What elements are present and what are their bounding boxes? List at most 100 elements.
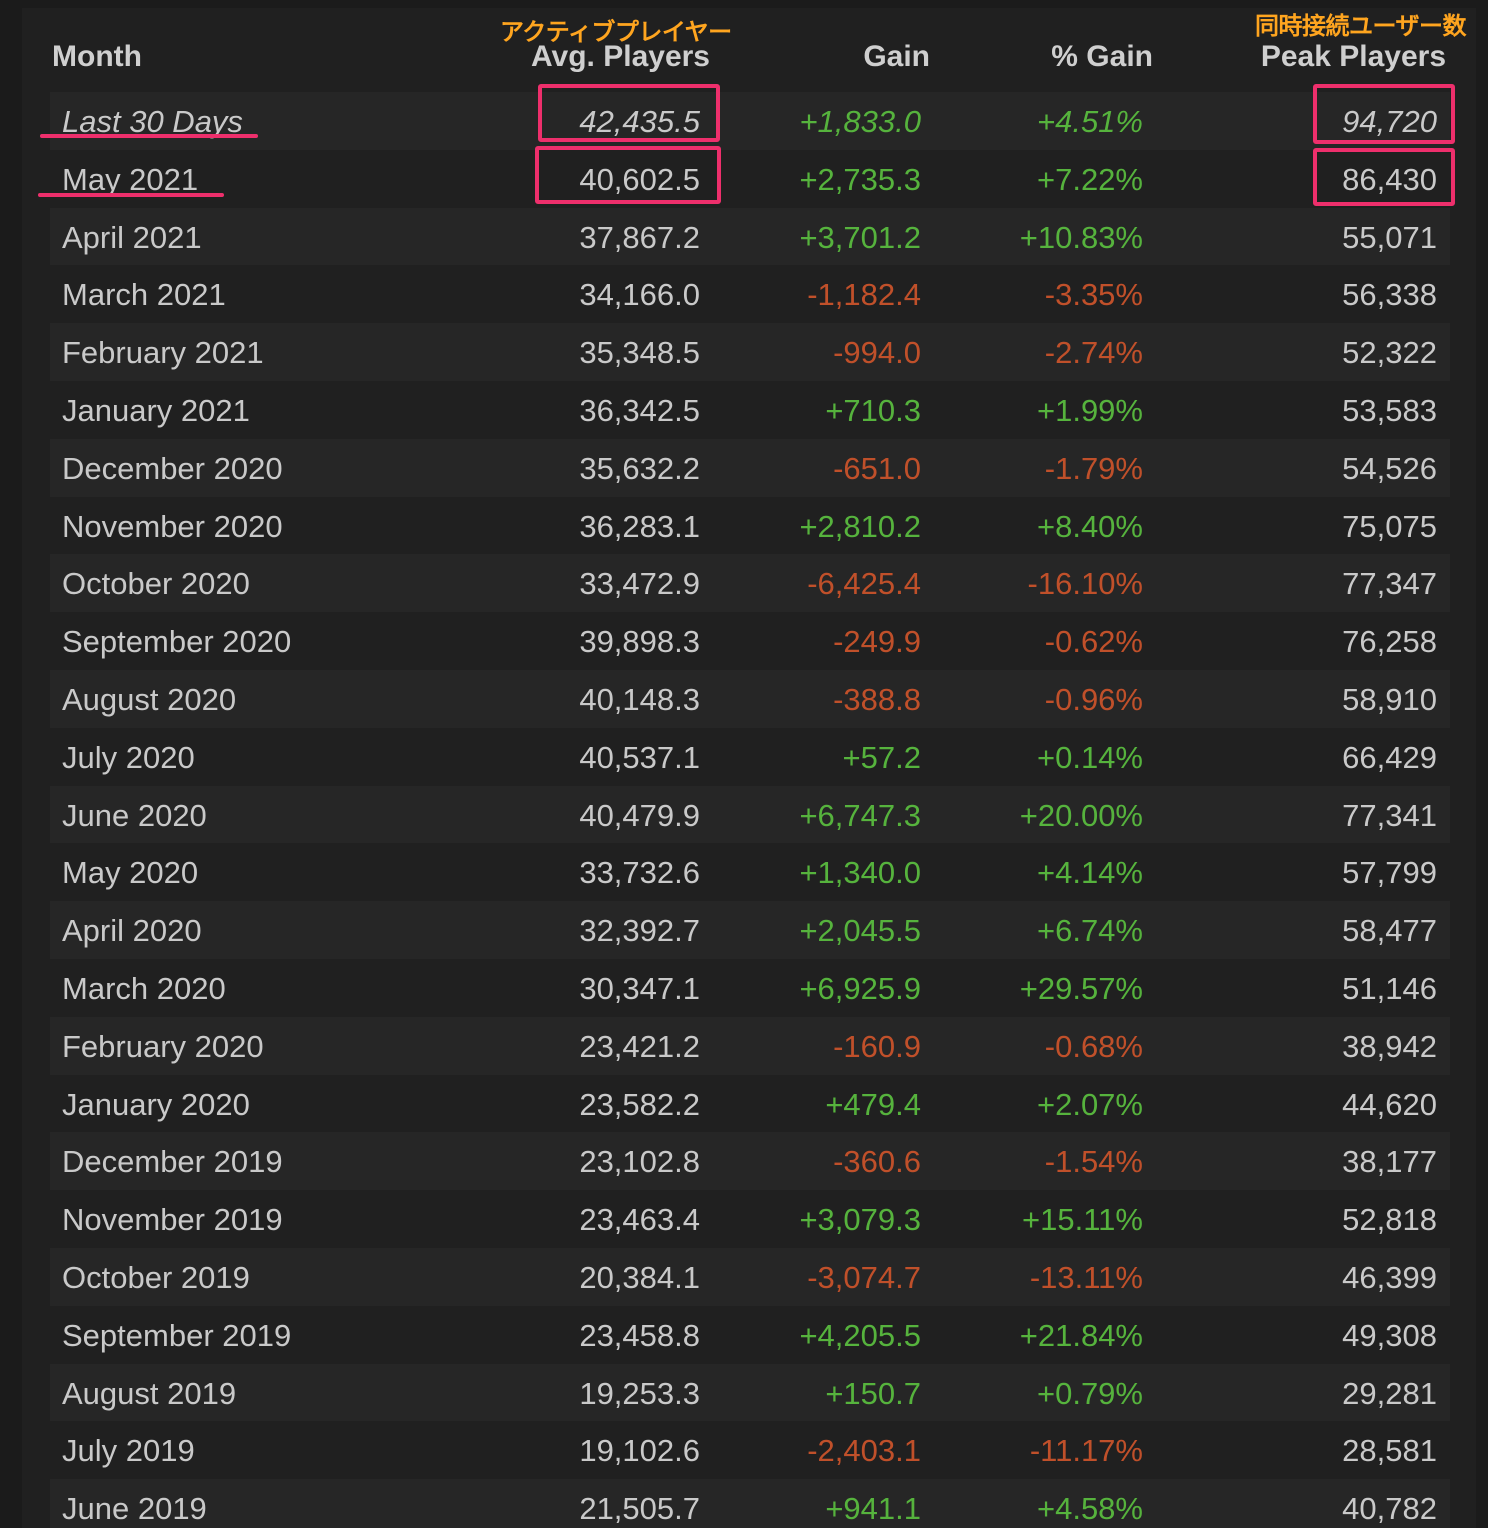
table-row: July 2019 19,102.6 -2,403.1 -11.17% 28,581 xyxy=(50,1421,1450,1480)
month-cell[interactable]: October 2019 xyxy=(62,1260,250,1296)
avg-players-cell: 40,148.3 xyxy=(579,681,700,717)
month-cell[interactable]: October 2020 xyxy=(62,566,250,602)
gain-cell: +2,735.3 xyxy=(799,161,921,197)
avg-players-cell: 36,283.1 xyxy=(579,508,700,544)
pct-gain-cell: -2.74% xyxy=(1044,335,1143,371)
underline-may2021 xyxy=(38,193,224,197)
table-row: December 2020 35,632.2 -651.0 -1.79% 54,526 xyxy=(50,438,1450,497)
avg-players-cell: 33,472.9 xyxy=(579,566,700,602)
peak-players-cell: 38,942 xyxy=(1342,1028,1437,1064)
month-cell[interactable]: January 2020 xyxy=(62,1087,250,1123)
peak-players-cell: 77,347 xyxy=(1342,566,1437,602)
pct-gain-cell: +29.57% xyxy=(1019,970,1143,1006)
peak-players-cell: 53,583 xyxy=(1342,392,1437,428)
month-cell[interactable]: September 2019 xyxy=(62,1318,291,1354)
month-cell[interactable]: September 2020 xyxy=(62,624,291,660)
table-row: March 2020 30,347.1 +6,925.9 +29.57% 51,146 xyxy=(50,958,1450,1017)
pct-gain-cell: +4.14% xyxy=(1036,855,1143,891)
header-peak-players[interactable]: Peak Players xyxy=(1261,40,1446,74)
month-cell[interactable]: November 2019 xyxy=(62,1202,283,1238)
gain-cell: +479.4 xyxy=(825,1086,921,1122)
header-pct-gain[interactable]: % Gain xyxy=(1051,40,1153,74)
peak-players-cell: 40,782 xyxy=(1342,1491,1437,1527)
month-cell[interactable]: June 2020 xyxy=(62,798,207,834)
month-cell[interactable]: June 2019 xyxy=(62,1491,207,1527)
month-cell[interactable]: March 2020 xyxy=(62,971,226,1007)
pct-gain-cell: +20.00% xyxy=(1019,797,1143,833)
gain-cell: +710.3 xyxy=(825,392,921,428)
peak-players-cell: 77,341 xyxy=(1342,797,1437,833)
avg-players-cell: 36,342.5 xyxy=(579,392,700,428)
peak-players-cell: 29,281 xyxy=(1342,1375,1437,1411)
peak-players-cell: 75,075 xyxy=(1342,508,1437,544)
peak-players-cell: 54,526 xyxy=(1342,450,1437,486)
gain-cell: +150.7 xyxy=(825,1375,921,1411)
month-cell[interactable]: March 2021 xyxy=(62,277,226,313)
table-row: May 2020 33,732.6 +1,340.0 +4.14% 57,799 xyxy=(50,843,1450,902)
month-cell[interactable]: May 2020 xyxy=(62,855,198,891)
peak-players-cell: 28,581 xyxy=(1342,1433,1437,1469)
table-row: March 2021 34,166.0 -1,182.4 -3.35% 56,338 xyxy=(50,265,1450,324)
peak-players-cell: 55,071 xyxy=(1342,219,1437,255)
month-cell[interactable]: January 2021 xyxy=(62,393,250,429)
peak-players-cell: 58,910 xyxy=(1342,681,1437,717)
pct-gain-cell: -16.10% xyxy=(1027,566,1143,602)
annotation-avg-players-jp: アクティブプレイヤー xyxy=(500,18,732,46)
month-cell[interactable]: April 2021 xyxy=(62,220,202,256)
screenshot-frame: Month Avg. Players Gain % Gain Peak Play… xyxy=(0,0,1488,1528)
pct-gain-cell: +2.07% xyxy=(1036,1086,1143,1122)
month-cell[interactable]: December 2020 xyxy=(62,451,283,487)
gain-cell: +2,045.5 xyxy=(799,913,921,949)
peak-players-cell: 58,477 xyxy=(1342,913,1437,949)
gain-cell: +3,079.3 xyxy=(799,1202,921,1238)
table-row: November 2019 23,463.4 +3,079.3 +15.11% 52,8… xyxy=(50,1190,1450,1248)
month-cell[interactable]: July 2019 xyxy=(62,1433,195,1469)
pct-gain-cell: -1.79% xyxy=(1044,450,1143,486)
avg-players-cell: 34,166.0 xyxy=(579,277,700,313)
gain-cell: -388.8 xyxy=(833,681,921,717)
gain-cell: -1,182.4 xyxy=(807,277,921,313)
gain-cell: -3,074.7 xyxy=(807,1259,921,1295)
gain-cell: -160.9 xyxy=(833,1028,921,1064)
month-cell[interactable]: August 2019 xyxy=(62,1376,236,1412)
peak-players-cell: 66,429 xyxy=(1342,739,1437,775)
gain-cell: +1,340.0 xyxy=(799,855,921,891)
gain-cell: +57.2 xyxy=(842,739,921,775)
header-gain[interactable]: Gain xyxy=(863,40,930,74)
pct-gain-cell: -3.35% xyxy=(1044,277,1143,313)
avg-players-cell: 40,537.1 xyxy=(579,739,700,775)
table-row: May 2021 40,602.5 +2,735.3 +7.22% 86,430 xyxy=(50,149,1450,208)
peak-players-cell: 49,308 xyxy=(1342,1317,1437,1353)
peak-players-cell: 51,146 xyxy=(1342,970,1437,1006)
month-cell[interactable]: February 2021 xyxy=(62,335,264,371)
month-cell[interactable]: July 2020 xyxy=(62,740,195,776)
month-cell[interactable]: April 2020 xyxy=(62,913,202,949)
gain-cell: -2,403.1 xyxy=(807,1433,921,1469)
pct-gain-cell: +10.83% xyxy=(1019,219,1143,255)
highlight-box-peak-last30 xyxy=(1313,84,1455,144)
avg-players-cell: 21,505.7 xyxy=(579,1491,700,1527)
pct-gain-cell: -0.62% xyxy=(1044,624,1143,660)
avg-players-cell: 39,898.3 xyxy=(579,624,700,660)
pct-gain-cell: +1.99% xyxy=(1036,392,1143,428)
header-month[interactable]: Month xyxy=(52,40,142,74)
gain-cell: +2,810.2 xyxy=(799,508,921,544)
avg-players-cell: 23,458.8 xyxy=(579,1317,700,1353)
table-row: June 2019 21,505.7 +941.1 +4.58% 40,782 xyxy=(50,1479,1450,1528)
avg-players-cell: 35,632.2 xyxy=(579,450,700,486)
avg-players-cell: 40,479.9 xyxy=(579,797,700,833)
gain-cell: +6,747.3 xyxy=(799,797,921,833)
underline-last30 xyxy=(40,134,258,138)
gain-cell: +6,925.9 xyxy=(799,970,921,1006)
table-row: February 2021 35,348.5 -994.0 -2.74% 52,322 xyxy=(50,323,1450,381)
pct-gain-cell: +21.84% xyxy=(1019,1317,1143,1353)
month-cell[interactable]: August 2020 xyxy=(62,682,236,718)
pct-gain-cell: -13.11% xyxy=(1029,1259,1143,1295)
month-cell[interactable]: December 2019 xyxy=(62,1144,283,1180)
month-cell[interactable]: November 2020 xyxy=(62,509,283,545)
pct-gain-cell: +7.22% xyxy=(1036,161,1143,197)
highlight-box-avg-last30 xyxy=(538,84,720,142)
peak-players-cell: 76,258 xyxy=(1342,624,1437,660)
month-cell[interactable]: February 2020 xyxy=(62,1029,264,1065)
avg-players-cell: 30,347.1 xyxy=(579,970,700,1006)
